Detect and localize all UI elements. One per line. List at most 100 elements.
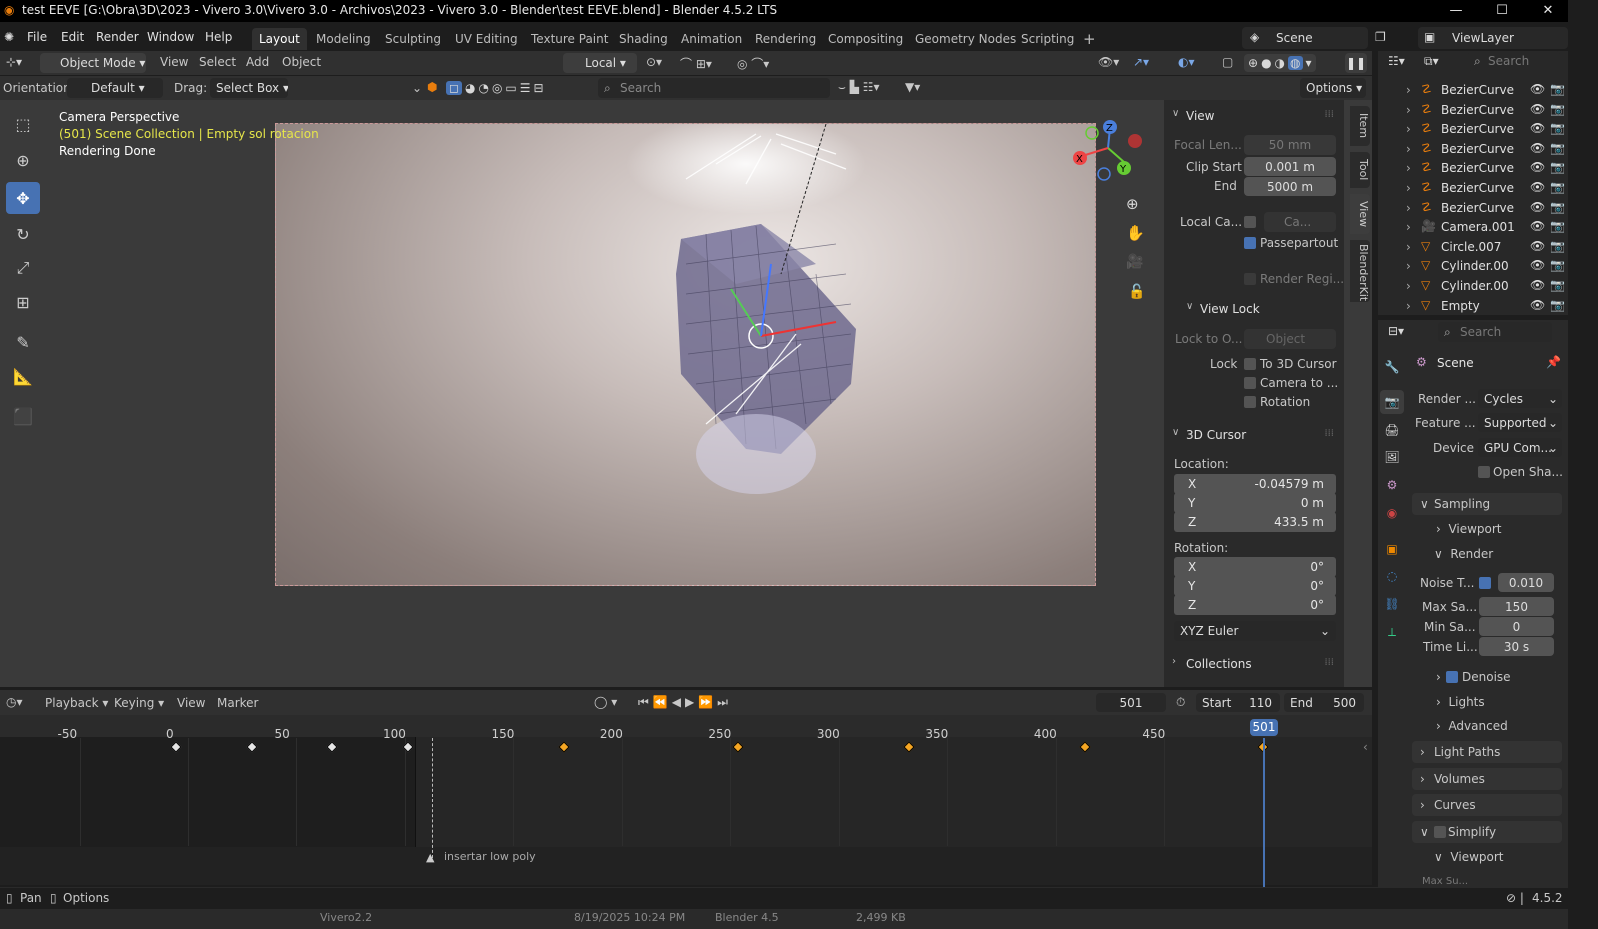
tool-props-icon[interactable]: 🔧 (1380, 355, 1404, 379)
overlay-toggle-icon[interactable]: ◐▾ (1178, 55, 1195, 69)
frame-ruler[interactable] (0, 715, 1372, 737)
pan-hand-icon[interactable]: ✋ (1126, 224, 1145, 242)
pause-render-button[interactable]: ❚❚ (1345, 53, 1367, 73)
tab-animation[interactable]: Animation (674, 28, 749, 50)
keying-menu[interactable]: Keying ▾ (114, 696, 164, 710)
render-toggle-icon[interactable]: 📷 (1550, 258, 1565, 272)
render-toggle-icon[interactable]: 📷 (1550, 102, 1565, 116)
eye-icon[interactable]: 👁 (1530, 219, 1545, 233)
timeline-view-menu[interactable]: View (177, 696, 205, 710)
tab-blenderkit[interactable]: BlenderKit (1350, 240, 1370, 302)
outliner-editor-icon[interactable]: ☷▾ (1388, 54, 1405, 68)
view-layer-props-icon[interactable]: 🖼 (1380, 445, 1404, 469)
outliner-row[interactable]: › 🎥 Camera.001 👁 📷 (1378, 218, 1568, 237)
zoom-icon[interactable]: ⊕ (1126, 195, 1139, 213)
3d-cursor-header[interactable]: ∨ 3D Cursor ⁞⁞⁞ (1164, 423, 1344, 447)
open-shading-checkbox[interactable] (1478, 466, 1490, 478)
sampling-header[interactable]: ∨ Sampling (1412, 493, 1562, 515)
noise-threshold-checkbox[interactable] (1479, 577, 1491, 589)
min-samples-field[interactable]: 0 (1479, 617, 1554, 636)
select-mode-6-icon[interactable]: ☰ (520, 81, 531, 95)
volumes-header[interactable]: › Volumes (1412, 768, 1562, 790)
scene-props-icon[interactable]: ⚙ (1380, 473, 1404, 497)
physics-props-icon[interactable]: ◌ (1380, 564, 1404, 588)
select-mode-3-icon[interactable]: ◔ (478, 81, 488, 95)
playback-controls[interactable]: ⏮⏪◀▶⏩⏭ (638, 695, 732, 710)
render-toggle-icon[interactable]: 📷 (1550, 141, 1565, 155)
menu-select[interactable]: Select (199, 55, 236, 69)
marker-menu[interactable]: Marker (217, 696, 258, 710)
passepartout-checkbox[interactable] (1244, 237, 1256, 249)
select-mode-icon[interactable]: ◻ (446, 81, 462, 95)
tab-layout[interactable]: Layout (252, 28, 307, 50)
menu-add[interactable]: Add (246, 55, 269, 69)
render-toggle-icon[interactable]: 📷 (1550, 160, 1565, 174)
cursor-location-x-field[interactable]: X -0.04579 m (1174, 474, 1336, 494)
cursor-rotation-z-field[interactable]: Z 0° (1174, 595, 1336, 615)
outliner-row[interactable]: › ☡ BezierCurve 👁 📷 (1378, 179, 1568, 198)
maximize-button[interactable]: ☐ (1479, 0, 1525, 22)
max-samples-field[interactable]: 150 (1479, 597, 1554, 616)
navigation-gizmo[interactable]: Z Y X (1072, 118, 1152, 188)
collapse-icon[interactable]: ⌄ (412, 81, 422, 95)
rendered-shading-icon[interactable]: ◍ (1288, 56, 1303, 70)
lock-rotation-checkbox[interactable] (1244, 396, 1256, 408)
output-props-icon[interactable]: 🖨 (1380, 418, 1404, 442)
stopwatch-icon[interactable]: ⏱ (1176, 695, 1185, 710)
lock-icon[interactable]: 🔓 (1128, 284, 1145, 300)
current-frame-field[interactable]: 501 (1096, 693, 1166, 712)
lock-cursor-checkbox[interactable] (1244, 358, 1256, 370)
view-panel-header[interactable]: ∨ View ⁞⁞⁞ (1164, 104, 1344, 128)
shading-buttons[interactable]: ⊕ ● ◑ ◍ ▾ (1244, 54, 1316, 72)
eye-icon[interactable]: 👁 (1530, 160, 1545, 174)
render-toggle-icon[interactable]: 📷 (1550, 200, 1565, 214)
display-mode-icon[interactable]: ⧉▾ (1424, 54, 1439, 69)
tab-uv-editing[interactable]: UV Editing (448, 28, 525, 50)
outliner-row[interactable]: › ▽ Circle.007 👁 📷 (1378, 238, 1568, 257)
eye-icon[interactable]: 👁 (1530, 180, 1545, 194)
move-tool-icon[interactable]: ✥ (6, 182, 40, 214)
render-toggle-icon[interactable]: 📷 (1550, 278, 1565, 292)
menu-edit[interactable]: Edit (61, 30, 84, 44)
eye-icon[interactable]: 👁 (1530, 298, 1545, 312)
lock-camera-checkbox[interactable] (1244, 377, 1256, 389)
render-toggle-icon[interactable]: 📷 (1550, 82, 1565, 96)
cursor-location-z-field[interactable]: Z 433.5 m (1174, 512, 1336, 532)
menu-help[interactable]: Help (205, 30, 232, 44)
transform-orientation-dropdown[interactable]: Local ▾ (563, 53, 637, 73)
tab-texture-paint[interactable]: Texture Paint (524, 28, 615, 50)
timeline-editor-icon[interactable]: ◷▾ (6, 695, 23, 709)
data-props-icon[interactable]: ⟂ (1380, 620, 1404, 644)
noise-threshold-field[interactable]: 0.010 (1498, 573, 1554, 592)
constraints-props-icon[interactable]: ⛓ (1380, 592, 1404, 616)
color-icon[interactable]: ⬢ (427, 80, 437, 94)
transform-tool-icon[interactable]: ⊞ (6, 286, 40, 318)
end-frame-field[interactable]: End 500 (1284, 693, 1364, 712)
cursor-location-y-field[interactable]: Y0 m (1174, 493, 1336, 513)
outliner-row[interactable]: › ☡ BezierCurve 👁 📷 (1378, 81, 1568, 100)
eye-icon[interactable]: 👁 (1530, 121, 1545, 135)
material-shading-icon[interactable]: ◑ (1275, 56, 1285, 70)
playback-menu[interactable]: Playback ▾ (45, 696, 108, 710)
render-props-icon[interactable]: 📷 (1380, 390, 1404, 414)
clip-end-field[interactable]: 5000 m (1244, 177, 1336, 196)
denoise-subpanel[interactable]: › (1436, 670, 1441, 684)
feature-set-dropdown[interactable]: Supported ⌄ (1478, 413, 1562, 432)
tab-shading[interactable]: Shading (612, 28, 675, 50)
tab-rendering[interactable]: Rendering (748, 28, 823, 50)
outliner-row[interactable]: › ▽ Cylinder.00 👁 📷 (1378, 277, 1568, 296)
render-toggle-icon[interactable]: 📷 (1550, 219, 1565, 233)
cursor-tool-icon[interactable]: ⊕ (6, 144, 40, 176)
tool-search-input[interactable]: Search (598, 78, 830, 98)
mode-dropdown[interactable]: Object Mode ▾ (40, 53, 146, 73)
menu-file[interactable]: File (27, 30, 47, 44)
pin-icon[interactable]: 📌 (1546, 355, 1561, 369)
outliner-row[interactable]: › ☡ BezierCurve 👁 📷 (1378, 159, 1568, 178)
simplify-header[interactable]: ∨ Simplify (1412, 821, 1562, 843)
eye-icon[interactable]: 👁 (1530, 102, 1545, 116)
eye-icon[interactable]: 👁 (1530, 141, 1545, 155)
snap-icon[interactable]: ⌒ ⊞▾ (680, 55, 712, 72)
tab-modeling[interactable]: Modeling (309, 28, 378, 50)
outliner-row[interactable]: › ☡ BezierCurve 👁 📷 (1378, 120, 1568, 139)
solid-shading-icon[interactable]: ● (1261, 56, 1271, 70)
